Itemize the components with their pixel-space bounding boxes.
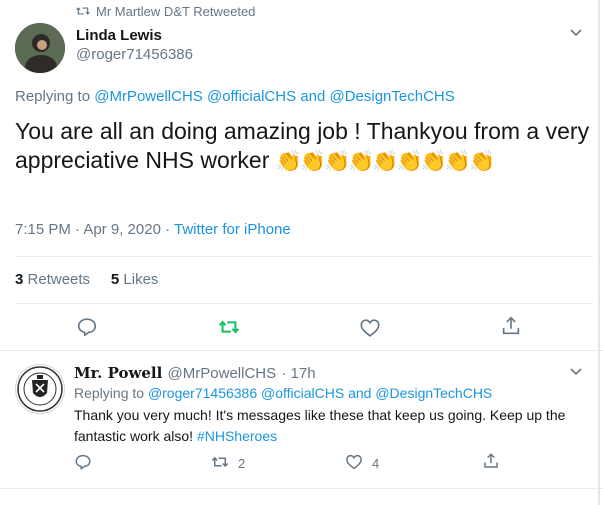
replying-to-mentions[interactable]: @MrPowellCHS @officialCHS and @DesignTec…: [94, 88, 455, 105]
reply-author-name[interactable]: Mr. Powell: [74, 364, 162, 382]
retweet-banner-icon: [76, 7, 90, 15]
author-name[interactable]: Linda Lewis: [76, 27, 162, 44]
reply-author-handle[interactable]: @MrPowellCHS: [168, 365, 277, 382]
chevron-down-icon[interactable]: [570, 29, 582, 37]
reply-retweet-count: 2: [238, 456, 246, 471]
divider: [15, 303, 593, 304]
likes-count: 5: [110, 271, 120, 288]
likes-stat[interactable]: 5 Likes: [111, 271, 159, 288]
tweet-separator: [0, 350, 603, 351]
reply-like-count: 4: [372, 456, 380, 471]
retweet-banner-label[interactable]: Mr Martlew D&T Retweeted: [96, 4, 255, 19]
share-icon[interactable]: [500, 315, 522, 337]
tweet-separator: [0, 488, 603, 489]
like-icon[interactable]: [345, 453, 363, 471]
reply-icon[interactable]: [76, 316, 98, 338]
tweet-meta: 7:15 PM · Apr 9, 2020 · Twitter for iPho…: [15, 221, 291, 238]
reply-icon[interactable]: [74, 453, 92, 471]
clapping-hands-emoji: 👏👏👏👏👏👏👏👏👏: [275, 150, 495, 173]
retweets-label: Retweets: [27, 271, 91, 288]
tweet-timestamp[interactable]: 7:15 PM · Apr 9, 2020 ·: [15, 221, 170, 238]
like-icon[interactable]: [359, 317, 381, 339]
retweet-icon[interactable]: [218, 316, 240, 338]
retweet-icon[interactable]: [211, 453, 229, 471]
replying-to: Replying to @MrPowellCHS @officialCHS an…: [15, 88, 455, 105]
reply-text-body: Thank you very much! It's messages like …: [74, 407, 566, 444]
scrollbar[interactable]: [598, 0, 600, 505]
avatar[interactable]: [15, 23, 65, 73]
likes-label: Likes: [123, 271, 159, 288]
reply-text: Thank you very much! It's messages like …: [74, 405, 586, 447]
school-crest-logo: [17, 366, 63, 412]
tweet-text: You are all an doing amazing job ! Thank…: [15, 117, 590, 176]
reply-replying-prefix: Replying to: [74, 385, 145, 401]
reply-replying-mentions[interactable]: @roger71456386 @officialCHS and @DesignT…: [148, 385, 492, 401]
chevron-down-icon[interactable]: [570, 368, 582, 376]
tweet-source[interactable]: Twitter for iPhone: [174, 221, 291, 238]
reply-time[interactable]: · 17h: [281, 365, 315, 382]
reply-avatar[interactable]: [15, 364, 65, 414]
replying-prefix: Replying to: [15, 88, 91, 105]
avatar-photo: [15, 23, 65, 73]
author-handle[interactable]: @roger71456386: [76, 46, 193, 63]
reply-header: Mr. Powell @MrPowellCHS · 17h: [74, 364, 316, 382]
hashtag-link[interactable]: #NHSheroes: [197, 428, 277, 444]
share-icon[interactable]: [482, 452, 500, 470]
tweet-stats: 3 Retweets 5 Likes: [15, 271, 158, 288]
retweets-count: 3: [15, 271, 24, 288]
divider: [15, 256, 593, 257]
reply-replying-to: Replying to @roger71456386 @officialCHS …: [74, 385, 492, 401]
retweets-stat[interactable]: 3 Retweets: [15, 271, 90, 288]
